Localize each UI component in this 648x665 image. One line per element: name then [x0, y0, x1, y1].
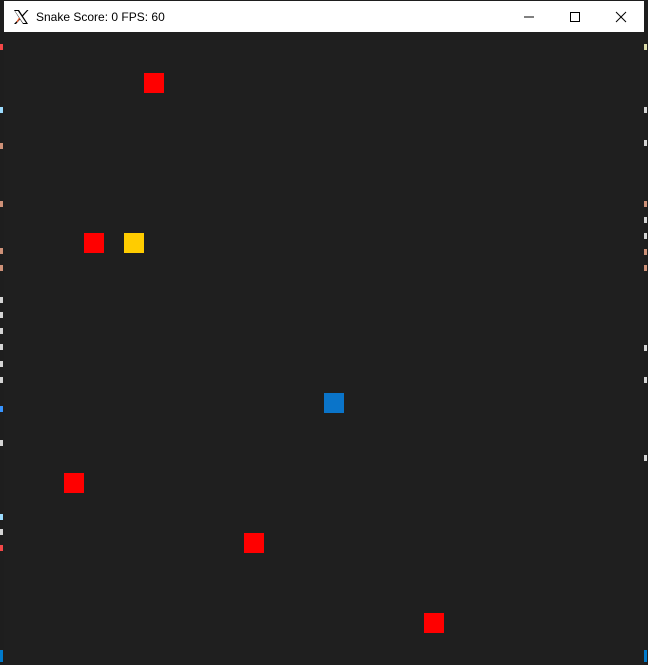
- background-text-fragment: [0, 265, 3, 271]
- background-text-fragment: [644, 44, 647, 50]
- close-button[interactable]: [598, 1, 644, 32]
- background-text-fragment: [0, 107, 3, 113]
- food-apple: [64, 473, 84, 493]
- background-text-fragment: [0, 529, 3, 535]
- background-text-fragment: [0, 143, 3, 149]
- background-text-fragment: [0, 312, 3, 318]
- background-text-fragment: [644, 201, 647, 207]
- background-status-bar-fragment: [644, 650, 647, 662]
- background-text-fragment: [0, 514, 3, 520]
- close-icon: [615, 11, 627, 22]
- desktop-screen: Snake Score: 0 FPS: 60: [0, 0, 648, 665]
- window-titlebar[interactable]: Snake Score: 0 FPS: 60: [4, 1, 644, 32]
- obstacle-block: [324, 393, 344, 413]
- background-status-bar-fragment: [0, 650, 3, 662]
- window-title: Snake Score: 0 FPS: 60: [36, 9, 165, 24]
- minimize-button[interactable]: [506, 1, 552, 32]
- snake-game-window: Snake Score: 0 FPS: 60: [4, 1, 644, 665]
- background-text-fragment: [0, 297, 3, 303]
- background-text-fragment: [0, 344, 3, 350]
- background-text-fragment: [644, 377, 647, 383]
- background-text-fragment: [0, 406, 3, 412]
- background-text-fragment: [644, 345, 647, 351]
- background-text-fragment: [644, 233, 647, 239]
- food-apple: [244, 533, 264, 553]
- snake-head: [124, 233, 144, 253]
- food-apple: [424, 613, 444, 633]
- background-text-fragment: [644, 249, 647, 255]
- x-logo-icon: [12, 8, 30, 26]
- background-text-fragment: [0, 545, 3, 551]
- background-text-fragment: [0, 440, 3, 446]
- background-text-fragment: [0, 248, 3, 254]
- background-text-fragment: [644, 140, 647, 146]
- background-text-fragment: [644, 455, 647, 461]
- maximize-button[interactable]: [552, 1, 598, 32]
- background-text-fragment: [0, 377, 3, 383]
- background-text-fragment: [0, 44, 3, 50]
- food-apple: [84, 233, 104, 253]
- background-text-fragment: [0, 361, 3, 367]
- background-editor-right-edge: [644, 0, 648, 665]
- background-text-fragment: [0, 328, 3, 334]
- background-text-fragment: [644, 107, 647, 113]
- background-text-fragment: [0, 201, 3, 207]
- maximize-icon: [570, 11, 580, 22]
- background-text-fragment: [644, 217, 647, 223]
- background-text-fragment: [644, 265, 647, 271]
- minimize-icon: [524, 16, 534, 17]
- food-apple: [144, 73, 164, 93]
- game-playfield[interactable]: [4, 32, 644, 665]
